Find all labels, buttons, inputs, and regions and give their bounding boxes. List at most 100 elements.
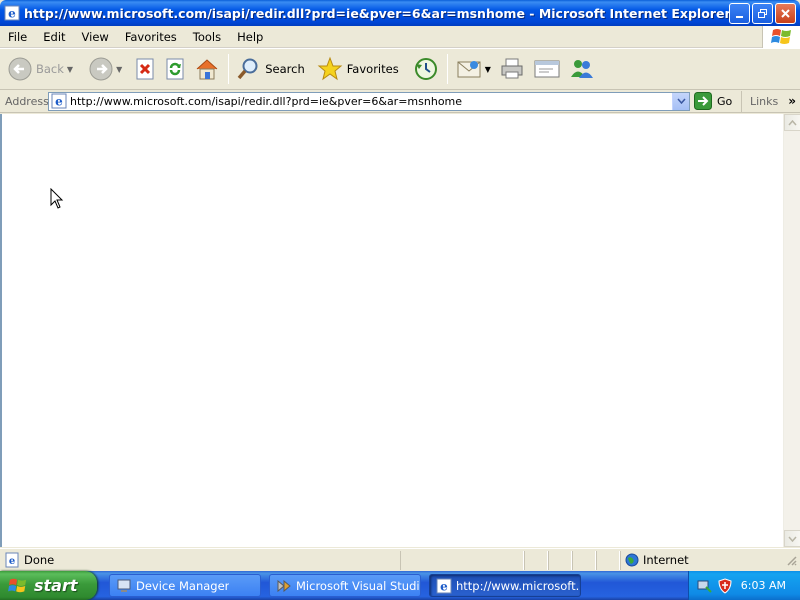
clock[interactable]: 6:03 AM [741, 579, 786, 592]
forward-arrow-icon [89, 57, 113, 81]
go-label: Go [717, 94, 733, 108]
search-button[interactable]: Search [233, 51, 309, 87]
scroll-down-button[interactable] [784, 530, 800, 547]
status-segment [572, 550, 596, 570]
chevron-up-icon [788, 119, 797, 125]
svg-text:e: e [440, 579, 448, 593]
globe-icon [625, 553, 639, 567]
search-icon [237, 58, 258, 80]
printer-icon [501, 58, 523, 79]
windows-flag-icon [8, 578, 27, 592]
back-dropdown-icon[interactable]: ▼ [67, 65, 73, 74]
windows-logo [762, 26, 800, 48]
resize-grip[interactable] [784, 553, 798, 567]
forward-dropdown-icon[interactable]: ▼ [116, 65, 122, 74]
page-done-icon: e [5, 552, 19, 568]
taskbar-button-device-manager[interactable]: Device Manager [109, 574, 261, 597]
status-segment [524, 550, 548, 570]
edit-icon [534, 60, 560, 78]
toolbar-separator [446, 54, 448, 84]
task-label: Microsoft Visual Studi... [296, 578, 420, 593]
star-icon [317, 56, 343, 81]
standard-toolbar: Back ▼ ▼ Search Favorites ▼ [0, 48, 800, 90]
mail-button[interactable]: ▼ [452, 51, 495, 87]
refresh-button[interactable] [160, 51, 190, 87]
go-button[interactable]: Go [694, 92, 732, 110]
home-icon [196, 59, 218, 80]
close-button[interactable] [775, 2, 796, 24]
menu-tools[interactable]: Tools [185, 26, 229, 48]
network-icon[interactable] [697, 578, 713, 594]
computer-icon [117, 579, 131, 592]
home-button[interactable] [190, 51, 224, 87]
history-icon [414, 58, 437, 80]
chevron-down-icon [788, 536, 797, 542]
history-button[interactable] [409, 51, 443, 87]
system-tray: 6:03 AM [688, 571, 800, 600]
restore-icon [758, 8, 767, 18]
links-label: Links [749, 94, 779, 108]
edit-button[interactable] [529, 51, 565, 87]
address-dropdown-button[interactable] [672, 92, 689, 110]
security-shield-icon[interactable] [717, 577, 733, 594]
status-main: e Done [0, 551, 400, 570]
messenger-icon [570, 60, 593, 78]
favorites-label: Favorites [346, 62, 399, 76]
back-label: Back [36, 62, 64, 76]
toolbar-separator [228, 54, 230, 84]
stop-icon [136, 58, 154, 80]
zone-label: Internet [643, 553, 689, 567]
chevron-down-icon [676, 98, 686, 104]
stop-button[interactable] [130, 51, 160, 87]
print-button[interactable] [495, 51, 529, 87]
task-label: http://www.microsoft.... [456, 578, 580, 593]
visual-studio-icon [277, 579, 291, 592]
address-url[interactable]: http://www.microsoft.com/isapi/redir.dll… [70, 95, 672, 108]
page-content[interactable] [0, 114, 783, 547]
mail-icon [457, 61, 481, 78]
taskbar: start Device Manager Microsoft Visual St… [0, 571, 800, 600]
security-zone[interactable]: Internet [620, 550, 772, 570]
back-arrow-icon [8, 57, 32, 81]
forward-button[interactable]: ▼ [85, 51, 126, 87]
close-icon [781, 8, 790, 18]
favorites-button[interactable]: Favorites [313, 51, 403, 87]
menu-help[interactable]: Help [229, 26, 271, 48]
restore-button[interactable] [752, 2, 773, 24]
menu-view[interactable]: View [74, 26, 117, 48]
windows-flag-icon [770, 29, 791, 44]
search-label: Search [265, 62, 305, 76]
taskbar-button-visual-studio[interactable]: Microsoft Visual Studi... [269, 574, 421, 597]
go-arrow-icon [694, 92, 712, 110]
page-icon: e [51, 93, 67, 109]
svg-text:e: e [9, 556, 15, 567]
start-button[interactable]: start [0, 571, 97, 600]
links-toolbar[interactable]: Links » [740, 90, 800, 112]
menu-edit[interactable]: Edit [35, 26, 73, 48]
mail-dropdown-icon[interactable]: ▼ [485, 65, 491, 74]
status-bar: e Done Internet [0, 548, 800, 571]
mouse-pointer-icon [50, 188, 64, 209]
task-label: Device Manager [136, 578, 230, 593]
minimize-icon [736, 15, 743, 18]
ie-icon: e [436, 578, 452, 593]
back-button[interactable]: Back ▼ [4, 51, 77, 87]
chevron-right-icon[interactable]: » [788, 94, 796, 108]
menu-favorites[interactable]: Favorites [117, 26, 185, 48]
title-bar[interactable]: e http://www.microsoft.com/isapi/redir.d… [0, 0, 800, 26]
ie-icon: e [4, 5, 20, 21]
scroll-up-button[interactable] [784, 114, 800, 131]
vertical-scrollbar[interactable] [783, 114, 800, 547]
resize-grip-icon [787, 556, 797, 566]
svg-text:e: e [55, 95, 63, 109]
taskbar-button-internet-explorer[interactable]: e http://www.microsoft.... [429, 574, 581, 597]
address-bar: Address e http://www.microsoft.com/isapi… [0, 90, 800, 113]
address-input[interactable]: e http://www.microsoft.com/isapi/redir.d… [48, 91, 690, 111]
messenger-button[interactable] [565, 51, 599, 87]
address-label: Address [5, 94, 49, 108]
svg-text:e: e [8, 7, 16, 21]
menu-file[interactable]: File [0, 26, 35, 48]
menu-bar: File Edit View Favorites Tools Help [0, 26, 800, 48]
window-title: http://www.microsoft.com/isapi/redir.dll… [24, 5, 729, 21]
minimize-button[interactable] [729, 2, 750, 24]
